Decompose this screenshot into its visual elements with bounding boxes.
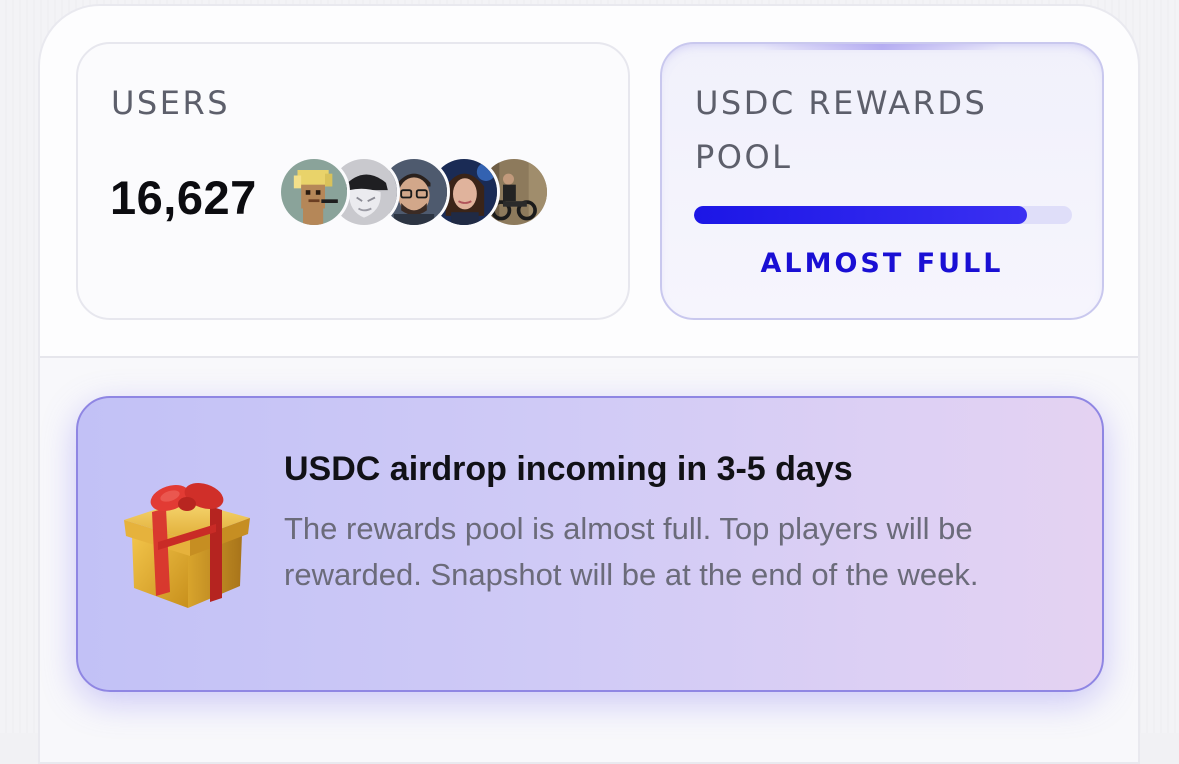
rewards-pool-progress-fill <box>694 206 1027 224</box>
rewards-pool-box: USDC REWARDS POOL ALMOST FULL <box>660 42 1104 320</box>
airdrop-description: The rewards pool is almost full. Top pla… <box>284 511 979 592</box>
users-count: 16,627 <box>110 171 257 224</box>
users-label: USERS <box>111 84 230 122</box>
pool-highlight <box>762 44 1002 50</box>
pixel-punk-avatar <box>278 156 350 228</box>
gift-icon <box>118 476 256 614</box>
stats-card: USERS 16,627 USDC REWARDS POOL ALMOST FU… <box>38 4 1140 764</box>
users-stat-box: USERS 16,627 <box>76 42 630 320</box>
rewards-pool-status: ALMOST FULL <box>760 248 1004 279</box>
airdrop-banner[interactable]: USDC airdrop incoming in 3-5 days The re… <box>76 396 1104 692</box>
rewards-pool-label: USDC REWARDS POOL <box>695 84 988 176</box>
rewards-pool-progress-bar <box>694 206 1072 224</box>
airdrop-title: USDC airdrop incoming in 3-5 days <box>284 450 853 488</box>
